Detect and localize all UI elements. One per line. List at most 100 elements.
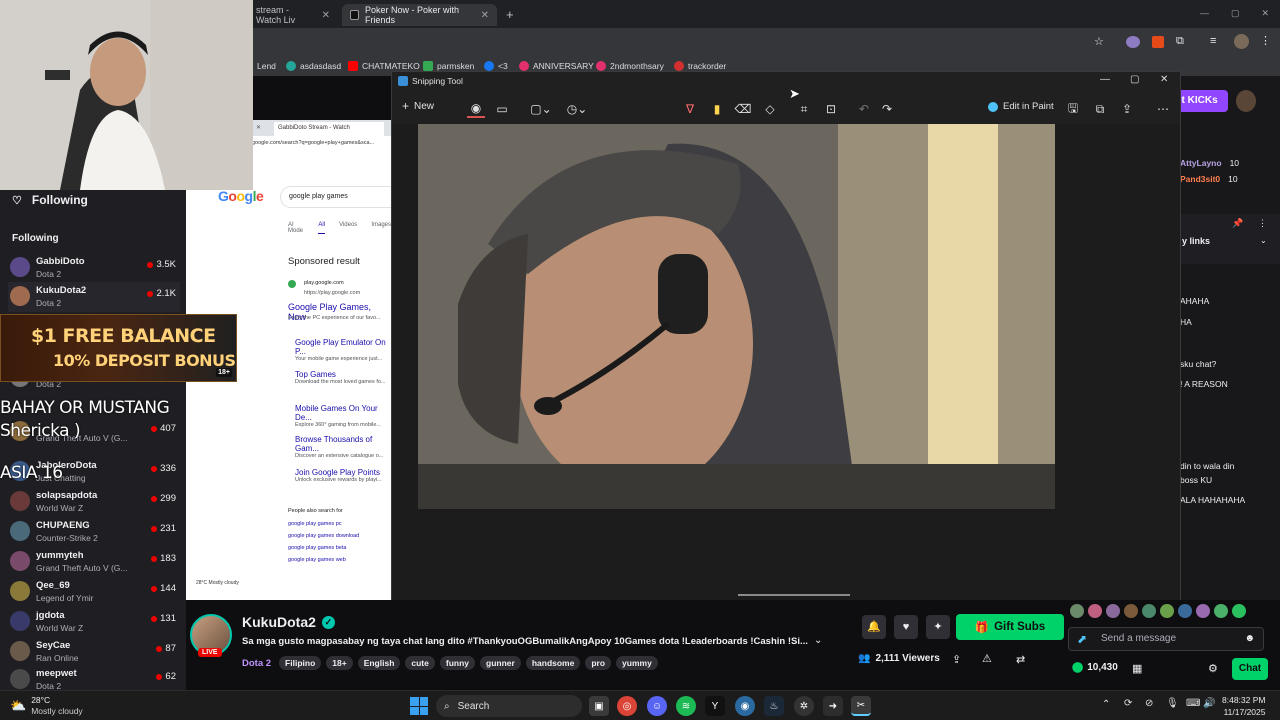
chevron-down-icon[interactable]: ⌄ [814, 635, 822, 646]
volume-icon[interactable]: 🔊 [1203, 698, 1215, 709]
clock[interactable]: 8:48:32 PM 11/17/2025 [1222, 694, 1265, 718]
sitelink[interactable]: Top Games Download the most loved games f… [295, 370, 386, 385]
bookmark-item[interactable]: CHATMATEKO [348, 61, 420, 71]
sparkle-icon[interactable]: ✦ [926, 615, 950, 639]
browser-icon[interactable]: ◉ [735, 696, 755, 716]
timer-icon[interactable]: ◷⌄ [567, 100, 588, 118]
profile-avatar[interactable] [1234, 34, 1249, 49]
related-search[interactable]: google play games pc [288, 521, 342, 527]
tab-all[interactable]: All [318, 222, 326, 234]
weather-widget[interactable]: ⛅ 28°C Mostly cloudy [10, 695, 83, 717]
user-avatar[interactable] [1236, 90, 1256, 112]
tray-icon[interactable]: ⟳ [1124, 698, 1132, 709]
sitelink-title[interactable]: Join Google Play Points [295, 468, 382, 477]
emote-icon[interactable] [1088, 604, 1102, 618]
video-icon[interactable]: ▭ [493, 100, 511, 118]
app-icon[interactable]: ➜ [823, 696, 843, 716]
maximize-icon[interactable]: ▢ [1231, 8, 1240, 19]
eraser-icon[interactable]: ⌫ [734, 100, 752, 118]
sitelink[interactable]: Browse Thousands of Gam... Discover an ex… [295, 435, 391, 459]
browser-tab[interactable]: stream - Watch Liv ✕ [248, 4, 338, 26]
extension-icon[interactable] [1152, 36, 1164, 48]
related-search[interactable]: google play games beta [288, 545, 346, 551]
pin-icon[interactable]: 📌 [1232, 218, 1243, 229]
horizontal-scrollbar[interactable] [738, 594, 850, 596]
new-snip-button[interactable]: + New [402, 99, 434, 113]
tag[interactable]: English [357, 656, 401, 670]
bookmark-item[interactable]: 2ndmonthsary [596, 61, 664, 71]
edit-in-paint-button[interactable]: Edit in Paint [988, 101, 1054, 112]
sidebar-channel[interactable]: CHUPAENG Counter-Strike 2 231 [8, 517, 180, 547]
tag[interactable]: yummy [616, 656, 658, 670]
bits-icon[interactable]: ⬈ [1077, 632, 1087, 646]
shapes-icon[interactable]: ◇ [761, 100, 779, 118]
sitelink-title[interactable]: Browse Thousands of Gam... [295, 435, 391, 453]
more-menu-icon[interactable]: ⋮ [1260, 34, 1271, 47]
settings-gear-icon[interactable]: ⚙ [1208, 662, 1218, 675]
bookmark-item[interactable]: trackorder [674, 61, 726, 71]
chat-send-button[interactable]: Chat [1232, 658, 1268, 680]
camera-icon[interactable]: ◉ [467, 100, 485, 118]
more-icon[interactable]: ⋮ [1258, 218, 1267, 229]
tag[interactable]: gunner [480, 656, 521, 670]
microphone-icon[interactable]: 🎙 [1166, 698, 1179, 709]
chat-username[interactable]: Pand3sit0 [1180, 174, 1220, 184]
more-icon[interactable]: ⋯ [1154, 100, 1172, 118]
sidebar-channel[interactable]: SeyCae Ran Online 87 [8, 637, 180, 667]
sitelink[interactable]: Join Google Play Points Unlock exclusive … [295, 468, 382, 483]
snip-mode-icon[interactable]: ▢⌄ [530, 100, 551, 118]
tab-videos[interactable]: Videos [339, 222, 357, 234]
close-icon[interactable]: ✕ [1160, 74, 1168, 85]
crop-icon[interactable]: ⌗ [795, 100, 813, 118]
sitelink-title[interactable]: Google Play Emulator On P... [295, 338, 391, 356]
snipping-tool-icon[interactable]: ✂ [851, 696, 871, 716]
sidebar-channel[interactable]: Qee_69 Legend of Ymir 144 [8, 577, 180, 607]
heart-icon[interactable]: ♥ [894, 615, 918, 639]
windows-start-icon[interactable] [410, 697, 428, 715]
close-icon[interactable]: ✕ [256, 124, 261, 131]
emote-icon[interactable] [1196, 604, 1210, 618]
emote-icon[interactable] [1070, 604, 1084, 618]
new-tab-button[interactable]: + [506, 7, 514, 22]
google-search-input[interactable]: google play games [280, 186, 391, 208]
sitelink-title[interactable]: Mobile Games On Your De... [295, 404, 391, 422]
emote-icon[interactable] [1160, 604, 1174, 618]
emote-picker-icon[interactable]: ☻ [1244, 633, 1255, 644]
chat-input[interactable]: ⬈ Send a message ☻ [1068, 627, 1264, 651]
share-icon[interactable]: ⇪ [1118, 100, 1136, 118]
chat-username[interactable]: AttyLayno [1180, 158, 1222, 168]
share-icon[interactable]: ⇪ [952, 653, 961, 666]
chevron-down-icon[interactable]: ⌄ [1260, 236, 1267, 245]
emote-icon[interactable] [1106, 604, 1120, 618]
discord-icon[interactable]: ☺ [647, 696, 667, 716]
tag[interactable]: pro [585, 656, 612, 670]
store-icon[interactable]: ▦ [1132, 662, 1142, 675]
close-icon[interactable]: ✕ [322, 10, 330, 21]
highlighter-icon[interactable]: ▮ [708, 100, 726, 118]
channel-name[interactable]: KukuDota2 [242, 614, 316, 630]
text-actions-icon[interactable]: ⊡ [822, 100, 840, 118]
sitelink-title[interactable]: Top Games [295, 370, 386, 379]
tag[interactable]: funny [439, 656, 476, 670]
related-search[interactable]: google play games download [288, 533, 359, 539]
save-icon[interactable]: 🖫 [1064, 100, 1082, 118]
theatre-icon[interactable]: ⇄ [1016, 653, 1025, 666]
google-url[interactable]: google.com/search?q=google+play+games&sc… [252, 140, 374, 146]
emote-icon[interactable] [1232, 604, 1246, 618]
minimize-icon[interactable]: — [1100, 74, 1110, 85]
maximize-icon[interactable]: ▢ [1130, 74, 1139, 85]
emote-icon[interactable] [1142, 604, 1156, 618]
media-icon[interactable]: ≡ [1210, 35, 1216, 47]
tab-images[interactable]: Images [371, 222, 391, 234]
task-view-icon[interactable]: ▣ [589, 696, 609, 716]
bookmark-item[interactable]: Lend [257, 61, 276, 71]
tag[interactable]: 18+ [326, 656, 353, 670]
bookmark-item[interactable]: ANNIVERSARY [519, 61, 594, 71]
app-icon[interactable]: Y [705, 696, 725, 716]
gift-subs-button[interactable]: 🎁 Gift Subs [956, 614, 1064, 640]
extension-icon[interactable] [1126, 36, 1140, 48]
sidebar-channel[interactable]: jgdota World War Z 131 [8, 607, 180, 637]
tag[interactable]: handsome [525, 656, 581, 670]
sidebar-channel[interactable]: yummyteh Grand Theft Auto V (G... 183 [8, 547, 180, 577]
sitelink[interactable]: Mobile Games On Your De... Explore 360° g… [295, 404, 391, 428]
